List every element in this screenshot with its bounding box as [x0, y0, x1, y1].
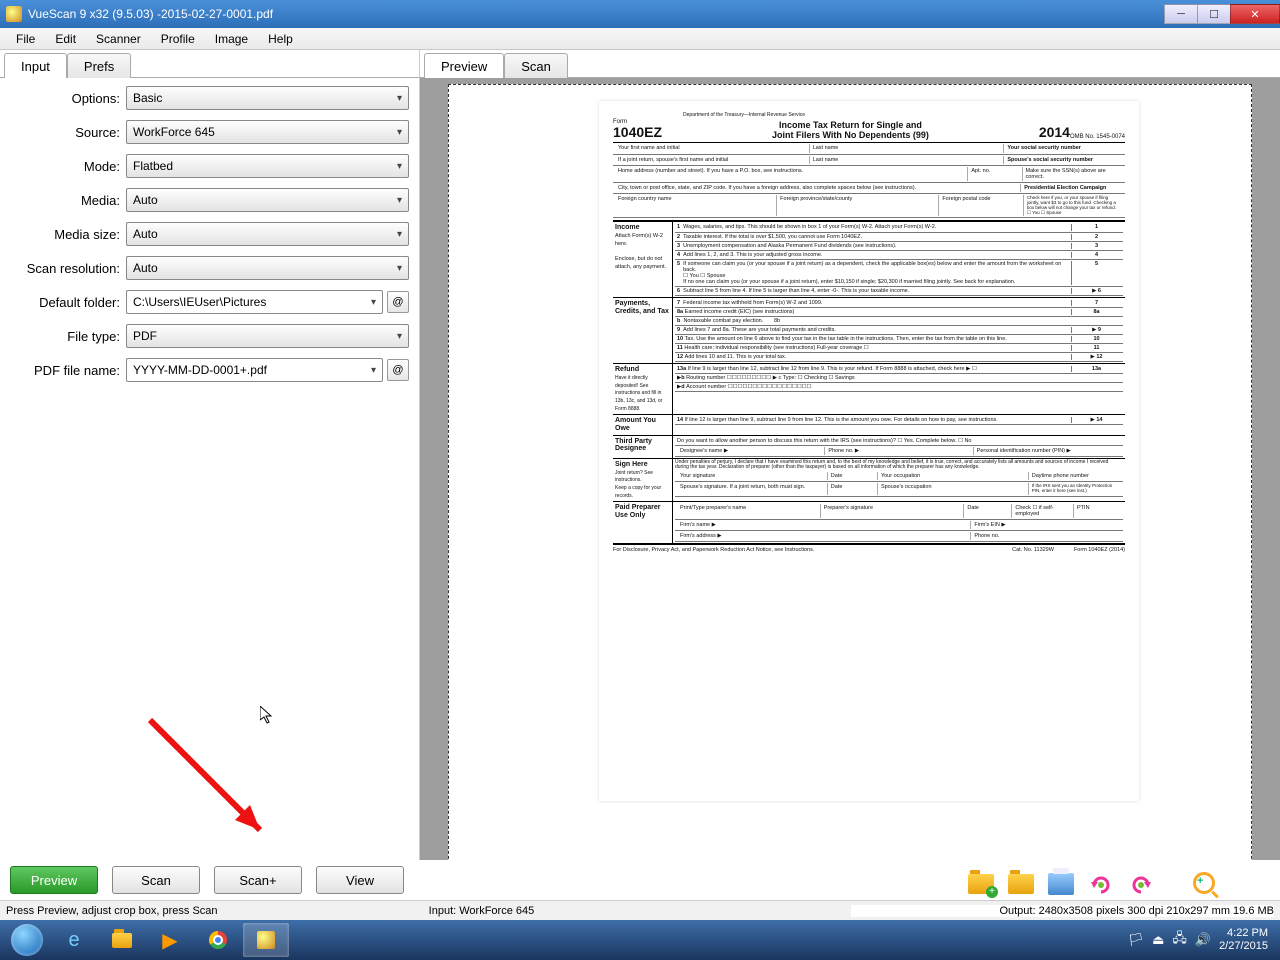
preview-button[interactable]: Preview: [10, 866, 98, 894]
annotation-arrow-icon: [140, 710, 300, 860]
menu-edit[interactable]: Edit: [45, 30, 86, 48]
scanplus-button[interactable]: Scan+: [214, 866, 302, 894]
taskbar-explorer-icon[interactable]: [99, 923, 145, 957]
preview-body[interactable]: Department of the Treasury—Internal Reve…: [420, 78, 1280, 900]
tray-sound-icon[interactable]: 🔊: [1195, 932, 1211, 948]
taskbar-chrome-icon[interactable]: [195, 923, 241, 957]
tab-prefs[interactable]: Prefs: [67, 53, 131, 78]
view-button[interactable]: View: [316, 866, 404, 894]
status-right: Output: 2480x3508 pixels 300 dpi 210x297…: [851, 905, 1274, 917]
pdfname-at-button[interactable]: @: [387, 359, 409, 381]
tray-flag-icon[interactable]: 🏳: [1128, 932, 1145, 948]
tray-network-icon[interactable]: 🖧: [1172, 929, 1187, 951]
tray-clock[interactable]: 4:22 PM 2/27/2015: [1219, 927, 1268, 953]
scanres-label: Scan resolution:: [4, 261, 126, 276]
open-folder-icon[interactable]: [1006, 870, 1036, 898]
mediasize-label: Media size:: [4, 227, 126, 242]
scanned-document: Department of the Treasury—Internal Reve…: [599, 101, 1139, 801]
pdfname-input[interactable]: YYYY-MM-DD-0001+.pdf: [126, 358, 383, 382]
source-label: Source:: [4, 125, 126, 140]
folder-label: Default folder:: [4, 295, 126, 310]
menu-scanner[interactable]: Scanner: [86, 30, 151, 48]
taskbar-ie-icon[interactable]: e: [51, 923, 97, 957]
pdfname-label: PDF file name:: [4, 363, 126, 378]
window-title: VueScan 9 x32 (9.5.03) -2015-02-27-0001.…: [28, 7, 1165, 21]
left-tabs: Input Prefs: [0, 50, 419, 78]
new-folder-icon[interactable]: +: [966, 870, 996, 898]
status-bar: Press Preview, adjust crop box, press Sc…: [0, 900, 1280, 920]
menu-profile[interactable]: Profile: [151, 30, 205, 48]
crop-box[interactable]: Department of the Treasury—Internal Reve…: [448, 84, 1252, 894]
filetype-label: File type:: [4, 329, 126, 344]
mediasize-select[interactable]: Auto: [126, 222, 409, 246]
rotate-left-icon[interactable]: [1086, 870, 1116, 898]
printer-icon[interactable]: [1046, 870, 1076, 898]
maximize-button[interactable]: ☐: [1197, 4, 1231, 24]
filetype-select[interactable]: PDF: [126, 324, 409, 348]
window-titlebar: VueScan 9 x32 (9.5.03) -2015-02-27-0001.…: [0, 0, 1280, 28]
tab-preview[interactable]: Preview: [424, 53, 504, 78]
scan-button[interactable]: Scan: [112, 866, 200, 894]
source-select[interactable]: WorkForce 645: [126, 120, 409, 144]
app-icon: [6, 6, 22, 22]
folder-at-button[interactable]: @: [387, 291, 409, 313]
toolbar-icons: + +: [966, 870, 1220, 898]
minimize-button[interactable]: ─: [1164, 4, 1198, 24]
status-left: Press Preview, adjust crop box, press Sc…: [6, 905, 429, 917]
status-center: Input: WorkForce 645: [429, 905, 852, 917]
options-select[interactable]: Basic: [126, 86, 409, 110]
close-button[interactable]: ✕: [1230, 4, 1280, 24]
menu-help[interactable]: Help: [258, 30, 303, 48]
options-label: Options:: [4, 91, 126, 106]
media-select[interactable]: Auto: [126, 188, 409, 212]
mode-label: Mode:: [4, 159, 126, 174]
right-tabs: Preview Scan: [420, 50, 1280, 78]
mouse-cursor-icon: [260, 706, 276, 726]
start-button[interactable]: [4, 922, 50, 958]
tab-scan[interactable]: Scan: [504, 53, 568, 78]
right-panel: Preview Scan Department of the Treasury—…: [420, 50, 1280, 900]
scanres-select[interactable]: Auto: [126, 256, 409, 280]
taskbar-media-icon[interactable]: ▶: [147, 923, 193, 957]
system-tray[interactable]: 🏳 ⏏ 🖧 🔊 4:22 PM 2/27/2015: [1128, 927, 1276, 953]
menu-file[interactable]: File: [6, 30, 45, 48]
tab-input[interactable]: Input: [4, 53, 67, 78]
media-label: Media:: [4, 193, 126, 208]
input-form: Options: Basic Source: WorkForce 645 Mod…: [0, 78, 419, 396]
rotate-right-icon[interactable]: [1126, 870, 1156, 898]
zoom-in-icon[interactable]: +: [1190, 870, 1220, 898]
taskbar: e ▶ 🏳 ⏏ 🖧 🔊 4:22 PM 2/27/2015: [0, 920, 1280, 960]
menu-bar: File Edit Scanner Profile Image Help: [0, 28, 1280, 50]
menu-image[interactable]: Image: [205, 30, 258, 48]
folder-input[interactable]: C:\Users\IEUser\Pictures: [126, 290, 383, 314]
taskbar-vuescan-icon[interactable]: [243, 923, 289, 957]
mode-select[interactable]: Flatbed: [126, 154, 409, 178]
tray-action-icon[interactable]: ⏏: [1152, 932, 1164, 948]
